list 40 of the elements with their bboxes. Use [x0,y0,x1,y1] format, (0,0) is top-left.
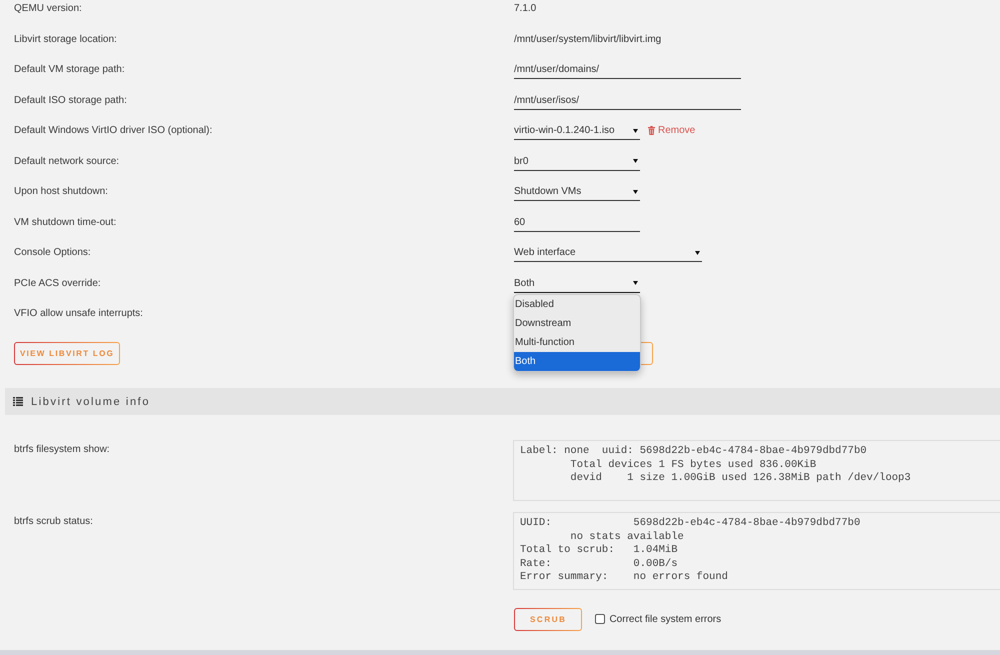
command-output: Label: none uuid: 5698d22b-eb4c-4784-8bae-4b979dbd77b0 Total devices 1 FS bytes used 836.00KiB devid 1 size 1.00GiB used 126.38MiB path /dev/loop3 [513,440,1000,501]
number-field[interactable]: 60 [514,214,640,232]
setting-label: Default Windows VirtIO driver ISO (optional): [13,124,212,138]
value-text: 7.1.0 [514,2,536,16]
trash-icon [648,126,655,135]
section-title: Libvirt volume info [31,396,150,408]
select-field[interactable]: virtio-win-0.1.240-1.iso [514,122,640,140]
dropdown-option[interactable]: Both [514,352,640,370]
setting-label: PCIe ACS override: [13,276,101,290]
volume-label: btrfs scrub status: [13,515,93,528]
setting-label: Default ISO storage path: [13,94,127,108]
setting-label: VFIO allow unsafe interrupts: [13,307,143,321]
select-field[interactable]: Shutdown VMs [514,183,640,201]
list-icon [13,397,23,406]
setting-label: Default VM storage path: [13,63,125,77]
setting-label: Libvirt storage location: [13,32,117,46]
value-text: /mnt/user/system/libvirt/libvirt.img [514,32,662,46]
dropdown-option[interactable]: Disabled [514,294,640,314]
select-field[interactable]: Both [514,274,640,292]
select-field[interactable]: Web interface [514,244,702,262]
caret-icon [633,128,638,132]
caret-icon [633,190,638,194]
volume-label: btrfs filesystem show: [13,443,110,456]
remove-link[interactable]: Remove [648,122,696,139]
checkbox[interactable] [595,614,606,624]
select-field[interactable]: br0 [514,152,640,170]
setting-label: VM shutdown time-out: [13,216,116,230]
text-field[interactable]: /mnt/user/isos/ [514,92,741,110]
dropdown-option[interactable]: Downstream [514,314,640,332]
text-field[interactable]: /mnt/user/domains/ [514,61,741,79]
setting-label: QEMU version: [13,2,82,16]
caret-icon [695,250,700,254]
caret-icon [633,159,638,163]
command-output: UUID: 5698d22b-eb4c-4784-8bae-4b979dbd77b0 no stats available Total to scrub: 1.04MiB Rate: 0.00B/s Error summary: no errors found [513,512,1000,590]
checkbox-label: Correct file system errors [609,614,722,624]
dropdown-option[interactable]: Multi-function [514,332,640,352]
caret-icon [633,281,638,285]
setting-label: Upon host shutdown: [13,185,108,199]
setting-label: Console Options: [13,246,91,260]
setting-label: Default network source: [13,154,120,168]
